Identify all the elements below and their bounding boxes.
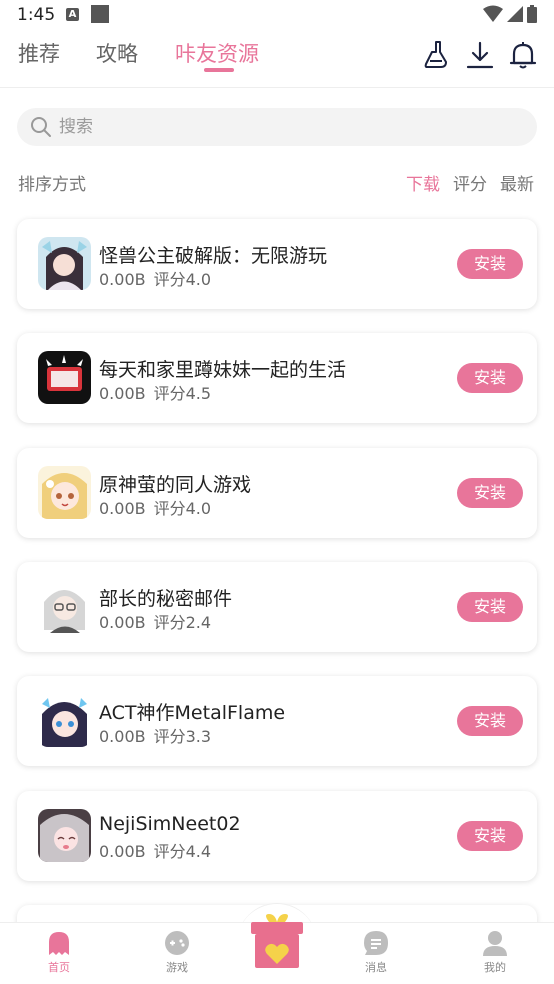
app-meta: 0.00B 评分4.4 [99,838,211,862]
app-size: 0.00B [99,270,146,289]
app-thumbnail-icon [38,694,91,747]
app-title: ACT神作MetalFlame [99,702,286,724]
install-button[interactable]: 安装 [457,821,523,851]
tab-friend-resources[interactable]: 咔友资源 [175,38,259,68]
battery-icon [527,5,537,23]
app-meta: 0.00B 评分2.4 [99,609,211,633]
nav-profile-label: 我的 [484,961,506,974]
app-card[interactable]: 部长的秘密邮件 0.00B 评分2.4 安装 [17,562,537,652]
app-size: 0.00B [99,499,146,518]
broom-icon[interactable] [422,40,452,70]
app-card[interactable]: NejiSimNeet02 0.00B 评分4.4 安装 [17,791,537,881]
app-thumbnail-icon [38,580,91,633]
app-meta: 0.00B 评分3.3 [99,723,211,747]
app-thumbnail-icon [38,466,91,519]
app-title: 每天和家里蹲妹妹一起的生活 [99,359,347,381]
install-button[interactable]: 安装 [457,249,523,279]
install-button[interactable]: 安装 [457,592,523,622]
bell-icon[interactable] [508,40,538,70]
sort-option-latest[interactable]: 最新 [500,170,534,195]
tab-recommend[interactable]: 推荐 [18,38,60,68]
wifi-icon [483,5,503,22]
status-indicators [483,5,537,23]
app-size: 0.00B [99,384,146,403]
install-button[interactable]: 安装 [457,363,523,393]
app-rating: 评分2.4 [153,613,212,632]
nav-messages[interactable]: 消息 [346,929,406,975]
nav-home-label: 首页 [48,961,70,974]
app-thumbnail-icon [38,237,91,290]
nav-home[interactable]: 首页 [29,929,89,975]
search-input[interactable]: 搜索 [59,108,93,146]
app-title: 怪兽公主破解版：无限游玩 [99,245,328,267]
download-icon[interactable] [465,40,495,70]
app-rating: 评分4.4 [153,842,212,861]
app-size: 0.00B [99,727,146,746]
app-card[interactable]: ACT神作MetalFlame 0.00B 评分3.3 安装 [17,676,537,766]
nav-messages-label: 消息 [365,961,387,974]
app-rating: 评分4.0 [153,499,212,518]
notification-square-icon [91,5,109,23]
app-size: 0.00B [99,842,146,861]
sort-option-downloads[interactable]: 下载 [406,170,440,195]
app-rating: 评分3.3 [153,727,212,746]
nav-profile[interactable]: 我的 [465,929,525,975]
active-tab-indicator [204,68,234,72]
app-thumbnail-icon [38,809,91,862]
gift-icon[interactable] [249,912,305,972]
app-card[interactable]: 原神萤的同人游戏 0.00B 评分4.0 安装 [17,448,537,538]
nav-games-label: 游戏 [166,961,188,974]
status-bar: 1:45 A [0,0,554,30]
app-thumbnail-icon [38,351,91,404]
sort-bar: 排序方式 下载 评分 最新 [0,164,554,200]
app-size: 0.00B [99,613,146,632]
app-title: 部长的秘密邮件 [99,588,233,610]
install-button[interactable]: 安装 [457,706,523,736]
gamepad-icon [165,931,189,955]
tab-guides[interactable]: 攻略 [96,38,138,68]
sort-title: 排序方式 [18,175,86,195]
app-rating: 评分4.5 [153,384,212,403]
status-time: 1:45 [17,5,56,25]
app-title: NejiSimNeet02 [99,813,241,835]
ghost-icon [49,932,69,955]
signal-icon [507,6,523,22]
person-icon [483,931,507,956]
app-meta: 0.00B 评分4.0 [99,266,211,290]
message-icon [364,931,388,955]
nav-games[interactable]: 游戏 [147,929,207,975]
app-meta: 0.00B 评分4.0 [99,495,211,519]
app-card[interactable]: 每天和家里蹲妹妹一起的生活 0.00B 评分4.5 安装 [17,333,537,423]
search-bar[interactable]: 搜索 [17,108,537,146]
top-nav: 推荐 攻略 咔友资源 [0,30,554,88]
notification-a-icon: A [66,8,79,21]
app-title: 原神萤的同人游戏 [99,474,252,496]
app-rating: 评分4.0 [153,270,212,289]
search-icon [31,117,51,137]
app-meta: 0.00B 评分4.5 [99,380,211,404]
sort-option-rating[interactable]: 评分 [453,170,487,195]
install-button[interactable]: 安装 [457,478,523,508]
app-card[interactable]: 怪兽公主破解版：无限游玩 0.00B 评分4.0 安装 [17,219,537,309]
